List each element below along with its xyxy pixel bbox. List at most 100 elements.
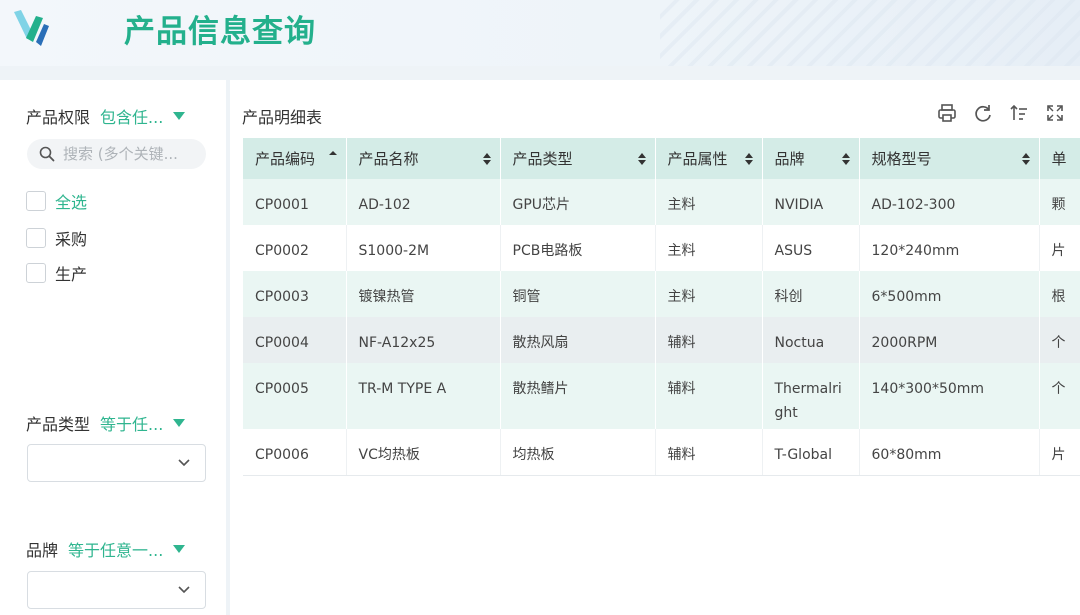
option-label: 采购: [55, 230, 88, 249]
sort-toggle-icon[interactable]: [1021, 152, 1031, 166]
table-row[interactable]: CP0002 S1000-2M PCB电路板 主料 ASUS 120*240mm…: [243, 225, 1080, 271]
app-header: 产品信息查询: [0, 0, 1080, 66]
product-table: 产品编码 产品名称 产品类型 产品属性 品牌 规格型号 单 CP0001 AD-…: [243, 138, 1080, 476]
brand-filter-header: 品牌 等于任意一...: [26, 537, 186, 561]
table-cell: 主料: [655, 225, 763, 271]
checkbox[interactable]: [26, 263, 46, 283]
table-header-row: 产品编码 产品名称 产品类型 产品属性 品牌 规格型号 单: [243, 138, 1080, 179]
table-cell: AD-102-300: [859, 179, 1040, 225]
brand-select[interactable]: [27, 571, 206, 609]
table-cell: 个: [1039, 317, 1080, 363]
table-cell: 散热鳍片: [500, 363, 656, 429]
column-label: 产品属性: [667, 150, 728, 168]
type-filter-header: 产品类型 等于任...: [26, 411, 186, 435]
sort-icon[interactable]: [1008, 102, 1030, 124]
print-icon[interactable]: [936, 102, 958, 124]
checkbox[interactable]: [26, 228, 46, 248]
table-cell: 辅料: [655, 317, 763, 363]
table-title: 产品明细表: [242, 108, 323, 127]
fullscreen-icon[interactable]: [1044, 102, 1066, 124]
type-filter-label: 产品类型: [26, 415, 91, 434]
refresh-icon[interactable]: [972, 102, 994, 124]
table-cell: 根: [1039, 271, 1080, 317]
table-cell: 60*80mm: [859, 429, 1040, 476]
column-header-attribute[interactable]: 产品属性: [655, 138, 763, 179]
column-header-unit[interactable]: 单: [1039, 138, 1080, 179]
option-label: 全选: [55, 193, 88, 212]
column-label: 产品类型: [512, 150, 573, 168]
table-cell: 140*300*50mm: [859, 363, 1040, 429]
table-cell: 主料: [655, 271, 763, 317]
column-header-brand[interactable]: 品牌: [762, 138, 860, 179]
sort-asc-icon[interactable]: [328, 150, 338, 162]
table-cell: CP0002: [243, 225, 347, 271]
table-cell: 主料: [655, 179, 763, 225]
chevron-down-icon: [178, 459, 190, 467]
permission-filter-label: 产品权限: [26, 108, 91, 127]
caret-down-icon[interactable]: [173, 419, 186, 427]
column-label: 品牌: [774, 150, 805, 168]
checkbox[interactable]: [26, 191, 46, 211]
option-select-all[interactable]: 全选: [26, 189, 87, 213]
table-cell: Thermalright: [762, 363, 860, 429]
sort-toggle-icon[interactable]: [841, 152, 851, 166]
header-decoration: [660, 0, 1080, 66]
caret-down-icon[interactable]: [173, 112, 186, 120]
table-row[interactable]: CP0003 镀镍热管 铜管 主料 科创 6*500mm 根: [243, 271, 1080, 317]
table-cell: 科创: [762, 271, 860, 317]
table-row[interactable]: CP0001 AD-102 GPU芯片 主料 NVIDIA AD-102-300…: [243, 179, 1080, 225]
permission-filter-header: 产品权限 包含任...: [26, 104, 186, 128]
table-row[interactable]: CP0006 VC均热板 均热板 辅料 T-Global 60*80mm 片: [243, 429, 1080, 476]
option-label: 生产: [55, 265, 88, 284]
table-cell: VC均热板: [346, 429, 501, 476]
table-cell: Noctua: [762, 317, 860, 363]
table-cell: 均热板: [500, 429, 656, 476]
app-logo-icon: [14, 10, 49, 46]
table-cell: CP0006: [243, 429, 347, 476]
brand-filter-label: 品牌: [26, 541, 59, 560]
search-input[interactable]: [63, 145, 193, 163]
table-cell: S1000-2M: [346, 225, 501, 271]
product-detail-panel: 产品明细表 产品编码 产品名称 产品类型 产品属性 品牌 规格型号 单 CP00…: [230, 80, 1080, 615]
caret-down-icon[interactable]: [173, 545, 186, 553]
table-cell: CP0004: [243, 317, 347, 363]
table-cell: 个: [1039, 363, 1080, 429]
table-cell: CP0005: [243, 363, 347, 429]
permission-search: [27, 139, 206, 169]
table-cell: CP0001: [243, 179, 347, 225]
table-cell: 颗: [1039, 179, 1080, 225]
sort-toggle-icon[interactable]: [744, 152, 754, 166]
option-purchase[interactable]: 采购: [26, 226, 87, 250]
table-cell: 辅料: [655, 429, 763, 476]
column-header-type[interactable]: 产品类型: [500, 138, 656, 179]
brand-filter-operator[interactable]: 等于任意一...: [68, 537, 163, 561]
table-row[interactable]: CP0004 NF-A12x25 散热风扇 辅料 Noctua 2000RPM …: [243, 317, 1080, 363]
column-label: 规格型号: [871, 150, 932, 168]
table-cell: NF-A12x25: [346, 317, 501, 363]
table-cell: AD-102: [346, 179, 501, 225]
table-cell: PCB电路板: [500, 225, 656, 271]
column-label: 单: [1051, 150, 1067, 168]
column-label: 产品编码: [255, 150, 316, 168]
table-cell: 2000RPM: [859, 317, 1040, 363]
column-header-code[interactable]: 产品编码: [243, 138, 347, 179]
table-cell: NVIDIA: [762, 179, 860, 225]
type-select[interactable]: [27, 444, 206, 482]
column-label: 产品名称: [358, 150, 419, 168]
table-cell: 辅料: [655, 363, 763, 429]
chevron-down-icon: [178, 586, 190, 594]
table-cell: ASUS: [762, 225, 860, 271]
table-cell: 片: [1039, 225, 1080, 271]
sort-toggle-icon[interactable]: [637, 152, 647, 166]
filter-sidebar: 产品权限 包含任... 全选 采购 生产 产品类型 等于任... 品牌 等于任意…: [0, 80, 226, 615]
column-header-name[interactable]: 产品名称: [346, 138, 501, 179]
permission-filter-operator[interactable]: 包含任...: [100, 104, 163, 128]
table-cell: 铜管: [500, 271, 656, 317]
column-header-spec[interactable]: 规格型号: [859, 138, 1040, 179]
type-filter-operator[interactable]: 等于任...: [100, 411, 163, 435]
table-cell: 片: [1039, 429, 1080, 476]
option-production[interactable]: 生产: [26, 261, 87, 285]
sort-toggle-icon[interactable]: [482, 152, 492, 166]
table-row[interactable]: CP0005 TR-M TYPE A 散热鳍片 辅料 Thermalright …: [243, 363, 1080, 429]
table-cell: 镀镍热管: [346, 271, 501, 317]
